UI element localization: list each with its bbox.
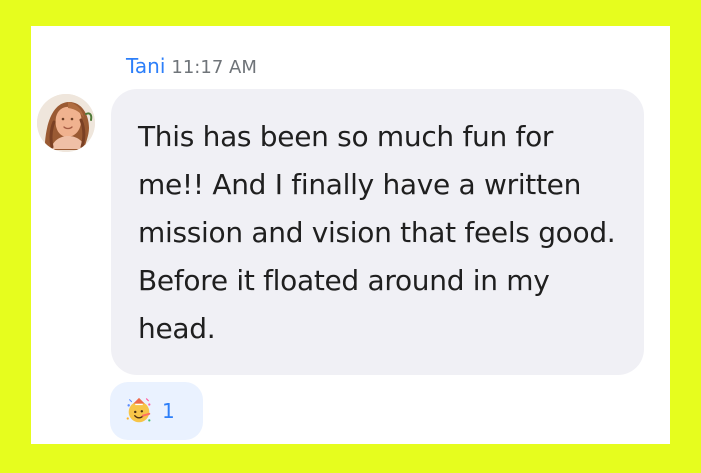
- avatar[interactable]: [37, 94, 95, 152]
- message-bubble[interactable]: This has been so much fun for me!! And I…: [111, 89, 644, 375]
- message-header: Tani 11:17 AM: [126, 54, 257, 78]
- message-text: This has been so much fun for me!! And I…: [138, 120, 616, 345]
- party-face-icon: [126, 397, 151, 423]
- chat-message-card: Tani 11:17 AM This has been so much fun …: [31, 26, 670, 444]
- reaction-pill[interactable]: 1: [110, 382, 203, 440]
- reaction-count: 1: [162, 399, 175, 423]
- sender-name[interactable]: Tani: [126, 54, 165, 78]
- message-time: 11:17 AM: [171, 57, 257, 78]
- avatar-image: [37, 94, 95, 152]
